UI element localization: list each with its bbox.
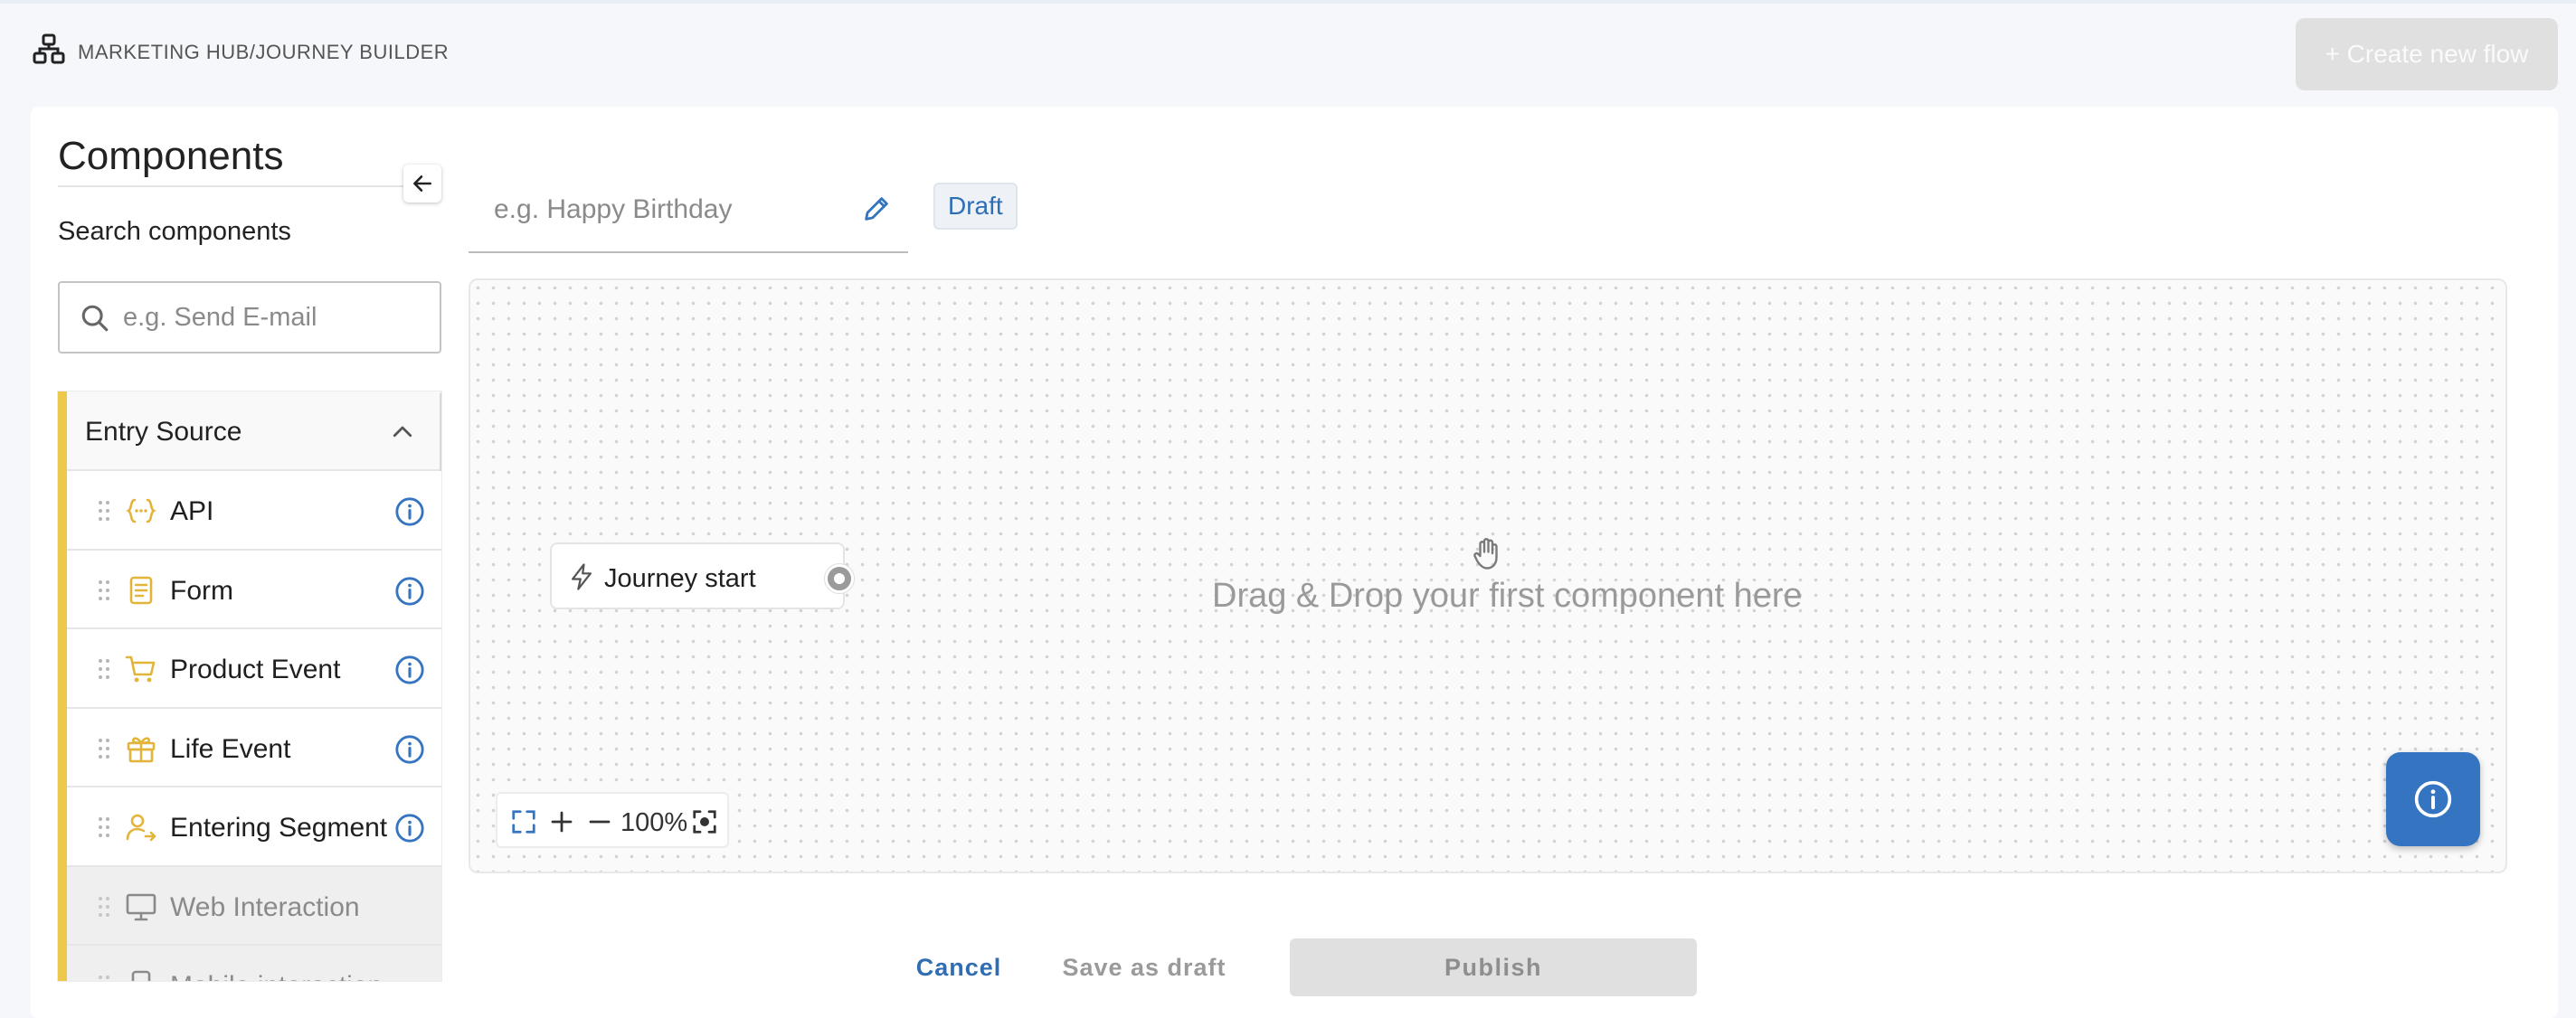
component-label: Web Interaction bbox=[170, 891, 360, 922]
drag-handle-icon[interactable] bbox=[98, 658, 110, 680]
component-item-mobile-interaction: Mobile interaction bbox=[67, 946, 441, 981]
search-components-input[interactable] bbox=[123, 297, 431, 337]
entry-source-accordion: Entry Source API Form Product Event Life… bbox=[58, 391, 441, 981]
drag-handle-icon[interactable] bbox=[98, 738, 110, 759]
center-view-icon[interactable] bbox=[691, 808, 718, 835]
component-item-product-event[interactable]: Product Event bbox=[67, 629, 441, 709]
component-item-api[interactable]: API bbox=[67, 471, 441, 551]
save-as-draft-button[interactable]: Save as draft bbox=[1049, 940, 1239, 994]
journey-start-label: Journey start bbox=[604, 564, 756, 593]
collapse-sidebar-button[interactable] bbox=[403, 165, 441, 203]
info-icon[interactable] bbox=[394, 496, 425, 527]
fit-screen-icon[interactable] bbox=[510, 808, 537, 835]
drag-handle-icon[interactable] bbox=[98, 500, 110, 522]
component-label: Mobile interaction bbox=[170, 971, 383, 981]
gift-icon bbox=[127, 736, 156, 762]
search-components-field[interactable] bbox=[58, 281, 441, 353]
cart-icon bbox=[125, 655, 156, 683]
component-item-life-event[interactable]: Life Event bbox=[67, 708, 441, 787]
create-new-flow-button[interactable]: + Create new flow bbox=[2296, 18, 2558, 90]
component-label: Life Event bbox=[170, 733, 291, 764]
components-title: Components bbox=[58, 134, 284, 178]
hand-grab-icon bbox=[1473, 538, 1498, 570]
chevron-up-icon[interactable] bbox=[389, 419, 416, 446]
component-label: Form bbox=[170, 575, 233, 606]
search-icon bbox=[81, 305, 109, 332]
top-divider bbox=[0, 0, 2576, 4]
entry-source-label: Entry Source bbox=[85, 417, 242, 447]
status-badge: Draft bbox=[933, 183, 1018, 230]
info-icon[interactable] bbox=[394, 576, 425, 607]
info-icon[interactable] bbox=[394, 813, 425, 844]
arrow-left-icon bbox=[413, 175, 431, 192]
mobile-icon bbox=[131, 970, 151, 981]
info-fab-button[interactable] bbox=[2386, 752, 2480, 846]
drag-handle-icon bbox=[99, 976, 109, 979]
search-components-label: Search components bbox=[58, 217, 291, 246]
component-label: Entering Segment bbox=[170, 813, 388, 843]
publish-button[interactable]: Publish bbox=[1290, 938, 1697, 996]
component-label: API bbox=[170, 496, 214, 526]
journey-start-node[interactable]: Journey start bbox=[550, 542, 845, 609]
component-item-entering-segment[interactable]: Entering Segment bbox=[67, 787, 441, 867]
zoom-out-icon[interactable] bbox=[586, 808, 613, 835]
user-segment-icon bbox=[126, 814, 156, 842]
form-document-icon bbox=[129, 576, 153, 604]
component-item-web-interaction: Web Interaction bbox=[67, 866, 441, 946]
journey-start-output-port[interactable] bbox=[825, 564, 854, 593]
entry-source-header[interactable]: Entry Source bbox=[67, 391, 441, 471]
drop-hint-text: Drag & Drop your first component here bbox=[1212, 577, 1803, 615]
zoom-controls: 100% bbox=[496, 792, 729, 848]
zoom-level: 100% bbox=[620, 808, 688, 837]
title-divider bbox=[58, 185, 420, 187]
entry-source-list: API Form Product Event Life Event Enteri… bbox=[67, 471, 441, 981]
lightning-icon bbox=[572, 563, 592, 590]
info-icon[interactable] bbox=[394, 655, 425, 685]
hierarchy-icon bbox=[33, 33, 65, 64]
info-icon bbox=[2414, 780, 2452, 818]
flow-name-field[interactable] bbox=[469, 172, 908, 253]
breadcrumb[interactable]: MARKETING HUB/JOURNEY BUILDER bbox=[78, 41, 449, 64]
flow-name-input[interactable] bbox=[494, 190, 856, 230]
zoom-in-icon[interactable] bbox=[548, 808, 575, 835]
api-brackets-icon bbox=[126, 498, 156, 523]
drag-handle-icon bbox=[99, 896, 109, 917]
component-item-form[interactable]: Form bbox=[67, 550, 441, 629]
drag-handle-icon[interactable] bbox=[98, 816, 110, 838]
component-label: Product Event bbox=[170, 655, 341, 684]
drag-handle-icon[interactable] bbox=[98, 580, 110, 601]
pencil-edit-icon[interactable] bbox=[861, 193, 892, 224]
cancel-button[interactable]: Cancel bbox=[895, 940, 1022, 994]
info-icon[interactable] bbox=[394, 734, 425, 765]
top-bar: MARKETING HUB/JOURNEY BUILDER + Create n… bbox=[0, 0, 2576, 107]
monitor-icon bbox=[126, 893, 156, 920]
